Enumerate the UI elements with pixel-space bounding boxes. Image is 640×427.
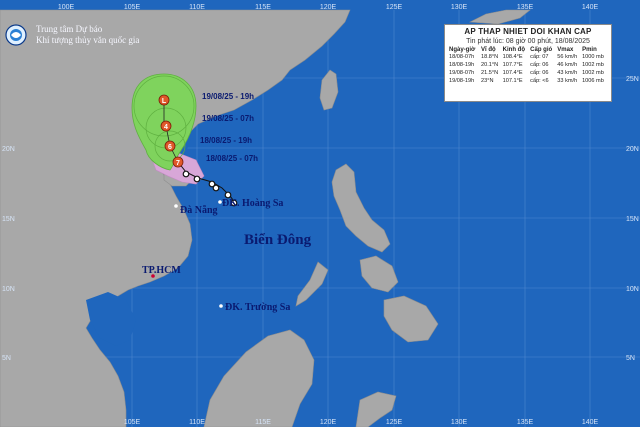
svg-text:135E: 135E [517,419,534,426]
label-18-08-07h: 18/08/25 - 07h [206,154,258,163]
da-nang-label: Đà Nẵng [180,205,218,216]
svg-text:L: L [162,98,167,105]
table-row: 19/08-19h 23°N 107.1°E cấp: <6 33 km/h 1… [449,78,604,84]
svg-text:10N: 10N [626,286,639,293]
svg-text:20N: 20N [626,146,639,153]
svg-text:125E: 125E [386,419,403,426]
tp-hcm-label: TP.HCM [142,265,181,276]
table-row: 18/08-19h 20.1°N 107.7°E cấp: 06 46 km/h… [449,62,604,68]
agency-name: Trung tâm Dự báo Khí tượng thủy văn quốc… [36,24,139,46]
svg-text:140E: 140E [582,419,599,426]
hoang-sa-label: ĐK. Hoàng Sa [222,198,283,209]
svg-text:7: 7 [176,160,180,167]
da-nang-dot [174,204,178,208]
label-18-08-19h: 18/08/25 - 19h [200,136,252,145]
svg-text:135E: 135E [517,4,534,11]
svg-text:4: 4 [164,124,168,131]
svg-text:130E: 130E [451,4,468,11]
forecast-table: Ngày-giờ Vĩ độ Kinh độ Cấp gió Vmax Pmin… [448,47,608,85]
agency-line-1: Trung tâm Dự báo [36,24,103,34]
storm-info-panel: AP THAP NHIET DOI KHAN CAP Tin phát lúc:… [444,24,612,102]
track-point [224,191,232,199]
agency-line-2: Khí tượng thủy văn quốc gia [36,35,140,45]
svg-text:125E: 125E [386,4,403,11]
panel-title: AP THAP NHIET DOI KHAN CAP [464,27,592,36]
svg-text:115E: 115E [255,419,271,426]
weather-map: 100E 105E 110E 115E 120E 125E 130E 135E … [0,0,640,427]
label-19-08-07h: 19/08/25 - 07h [202,114,254,123]
table-row: 18/08-07h 18.8°N 108.4°E cấp: 07 56 km/h… [449,54,604,60]
label-19-08-19h: 19/08/25 - 19h [202,92,254,101]
truong-sa-label: ĐK. Trường Sa [225,302,290,313]
track-point [212,184,220,192]
svg-text:105E: 105E [124,4,141,11]
svg-text:110E: 110E [189,4,205,11]
sea-name-label: Biển Đông [244,232,312,248]
table-row: 19/08-07h 21.5°N 107.4°E cấp: 06 43 km/h… [449,70,604,76]
svg-text:100E: 100E [58,4,75,11]
svg-text:110E: 110E [189,419,205,426]
svg-text:15N: 15N [2,216,15,223]
svg-text:15N: 15N [626,216,639,223]
svg-text:5N: 5N [626,355,635,362]
svg-text:105E: 105E [124,419,141,426]
truong-sa-dot [219,304,223,308]
svg-text:10N: 10N [2,286,15,293]
svg-text:120E: 120E [320,4,337,11]
svg-text:140E: 140E [582,4,599,11]
svg-text:25N: 25N [626,76,639,83]
svg-text:130E: 130E [451,419,468,426]
svg-text:115E: 115E [255,4,271,11]
svg-text:5N: 5N [2,355,11,362]
svg-text:120E: 120E [320,419,337,426]
issued-time: Tin phát lúc: 08 giờ 00 phút, 18/08/2025 [466,38,590,45]
svg-text:20N: 20N [2,146,15,153]
agency-logo [5,24,27,46]
track-point [193,175,201,183]
svg-text:6: 6 [168,144,172,151]
track-point [182,170,190,178]
